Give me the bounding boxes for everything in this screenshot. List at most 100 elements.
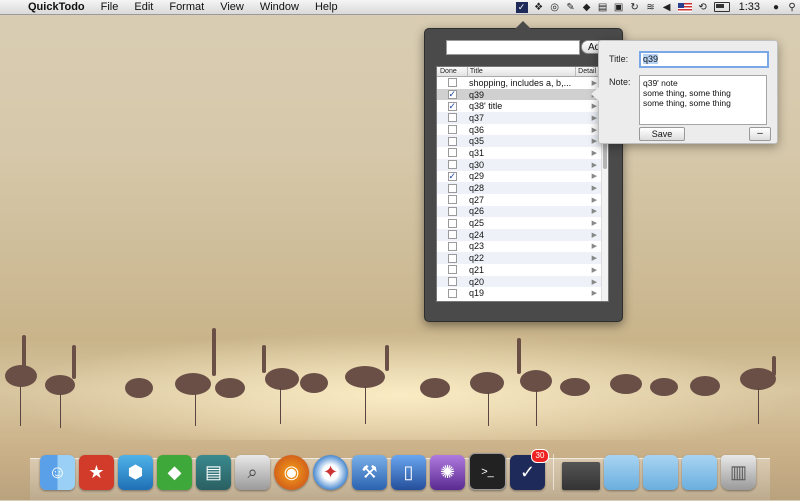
- table-row[interactable]: q27 ▶: [437, 194, 608, 206]
- volume-icon[interactable]: ◀: [659, 0, 675, 14]
- table-row[interactable]: q20 ▶: [437, 275, 608, 288]
- detail-arrow-icon[interactable]: ▶: [577, 196, 597, 204]
- done-checkbox[interactable]: [447, 288, 457, 298]
- spotlight-search-icon[interactable]: ⚲: [784, 0, 800, 14]
- terminal-icon[interactable]: >_: [469, 453, 506, 490]
- detail-arrow-icon[interactable]: ▶: [577, 266, 597, 274]
- table-row[interactable]: shopping, includes a, b,... ▶: [437, 77, 608, 89]
- done-checkbox[interactable]: [447, 253, 457, 263]
- table-row[interactable]: q28 ▶: [437, 182, 608, 194]
- table-row[interactable]: q23 ▶: [437, 241, 608, 253]
- column-header-done[interactable]: Done: [437, 67, 468, 76]
- detail-arrow-icon[interactable]: ▶: [577, 219, 597, 227]
- done-checkbox[interactable]: ✓: [447, 90, 457, 100]
- preview-icon[interactable]: ⌕: [235, 455, 270, 490]
- menu-edit[interactable]: Edit: [126, 0, 161, 14]
- firefox-icon[interactable]: ◉: [274, 455, 309, 490]
- column-header-title[interactable]: Title: [468, 67, 577, 76]
- quicktodo-dock-icon[interactable]: ✓ 30: [510, 449, 549, 490]
- site-folder-icon[interactable]: ▤: [196, 455, 231, 490]
- evernote-icon[interactable]: ◆: [157, 455, 192, 490]
- evernote-status-icon[interactable]: ◆: [579, 0, 595, 14]
- battery-icon[interactable]: [713, 2, 730, 12]
- detail-arrow-icon[interactable]: ▶: [577, 278, 597, 286]
- done-checkbox[interactable]: [447, 78, 457, 88]
- trash-icon[interactable]: ▥: [721, 455, 756, 490]
- detail-arrow-icon[interactable]: ▶: [577, 137, 597, 145]
- finder-icon[interactable]: ☺: [40, 455, 75, 490]
- save-button[interactable]: Save: [639, 127, 685, 141]
- note-field[interactable]: q39' note some thing, some thing some th…: [639, 75, 767, 125]
- menu-window[interactable]: Window: [252, 0, 307, 14]
- table-row[interactable]: q24 ▶: [437, 228, 608, 241]
- new-todo-input[interactable]: [446, 40, 580, 55]
- safari-icon[interactable]: ✦: [313, 455, 348, 490]
- table-row[interactable]: q35 ▶: [437, 135, 608, 148]
- window-thumbnail-icon[interactable]: [562, 462, 600, 490]
- tool-icon[interactable]: ✎: [563, 0, 579, 14]
- done-checkbox[interactable]: ✓: [447, 171, 457, 181]
- done-checkbox[interactable]: [447, 183, 457, 193]
- detail-arrow-icon[interactable]: ▶: [577, 184, 597, 192]
- table-row[interactable]: ✓q39▶: [437, 88, 608, 101]
- detail-arrow-icon[interactable]: ▶: [577, 289, 597, 297]
- table-row[interactable]: q36 ▶: [437, 124, 608, 136]
- done-checkbox[interactable]: [447, 136, 457, 146]
- input-source-flag-icon[interactable]: [677, 2, 692, 12]
- virtualbox-icon[interactable]: ⬢: [118, 455, 153, 490]
- table-row[interactable]: q22 ▶: [437, 252, 608, 264]
- dropbox-icon[interactable]: ❖: [531, 0, 547, 14]
- sync-icon[interactable]: ◎: [547, 0, 563, 14]
- detail-arrow-icon[interactable]: ▶: [577, 126, 597, 134]
- folder-icon[interactable]: [643, 455, 678, 490]
- folder-icon[interactable]: [604, 455, 639, 490]
- table-row[interactable]: q25 ▶: [437, 217, 608, 229]
- detail-arrow-icon[interactable]: ▶: [577, 102, 597, 110]
- menu-clock[interactable]: 1:33: [733, 1, 768, 13]
- user-icon[interactable]: ●: [768, 0, 784, 14]
- done-checkbox[interactable]: [447, 206, 457, 216]
- title-field[interactable]: q39: [639, 51, 769, 68]
- detail-arrow-icon[interactable]: ▶: [577, 172, 597, 180]
- wunderlist-icon[interactable]: ★: [79, 455, 114, 490]
- detail-arrow-icon[interactable]: ▶: [577, 161, 597, 169]
- done-checkbox[interactable]: [447, 218, 457, 228]
- menu-format[interactable]: Format: [161, 0, 212, 14]
- detail-arrow-icon[interactable]: ▶: [577, 231, 597, 239]
- menu-view[interactable]: View: [212, 0, 252, 14]
- done-checkbox[interactable]: [447, 277, 457, 287]
- done-checkbox[interactable]: [447, 265, 457, 275]
- detail-arrow-icon[interactable]: ▶: [577, 254, 597, 262]
- box-icon[interactable]: ▣: [611, 0, 627, 14]
- detail-arrow-icon[interactable]: ▶: [577, 242, 597, 250]
- timemachine-icon[interactable]: ↻: [627, 0, 643, 14]
- xcode-icon[interactable]: ⚒: [352, 455, 387, 490]
- done-checkbox[interactable]: ✓: [447, 101, 457, 111]
- detail-arrow-icon[interactable]: ▶: [577, 114, 597, 122]
- display-sync-icon[interactable]: ⟲: [695, 0, 711, 14]
- menu-file[interactable]: File: [93, 0, 127, 14]
- clip-icon[interactable]: ▤: [595, 0, 611, 14]
- table-row[interactable]: ✓ q38' title ▶: [437, 100, 608, 112]
- detail-arrow-icon[interactable]: ▶: [577, 207, 597, 215]
- done-checkbox[interactable]: [447, 241, 457, 251]
- table-row[interactable]: q21 ▶: [437, 264, 608, 276]
- done-checkbox[interactable]: [447, 195, 457, 205]
- table-row[interactable]: q30 ▶: [437, 158, 608, 171]
- table-row[interactable]: q19 ▶: [437, 287, 608, 299]
- done-checkbox[interactable]: [447, 125, 457, 135]
- done-checkbox[interactable]: [447, 113, 457, 123]
- done-checkbox[interactable]: [447, 230, 457, 240]
- table-row[interactable]: q31 ▶: [437, 147, 608, 159]
- table-row[interactable]: q37 ▶: [437, 112, 608, 124]
- done-checkbox[interactable]: [447, 160, 457, 170]
- detail-arrow-icon[interactable]: ▶: [577, 149, 597, 157]
- delete-button[interactable]: –: [749, 127, 771, 141]
- table-row[interactable]: q26 ▶: [437, 205, 608, 218]
- wifi-icon[interactable]: ≋: [643, 0, 659, 14]
- detail-arrow-icon[interactable]: ▶: [577, 79, 597, 87]
- done-checkbox[interactable]: [447, 148, 457, 158]
- folder-icon[interactable]: [682, 455, 717, 490]
- table-row[interactable]: ✓ q29 ▶: [437, 171, 608, 183]
- instruments-icon[interactable]: ✺: [430, 455, 465, 490]
